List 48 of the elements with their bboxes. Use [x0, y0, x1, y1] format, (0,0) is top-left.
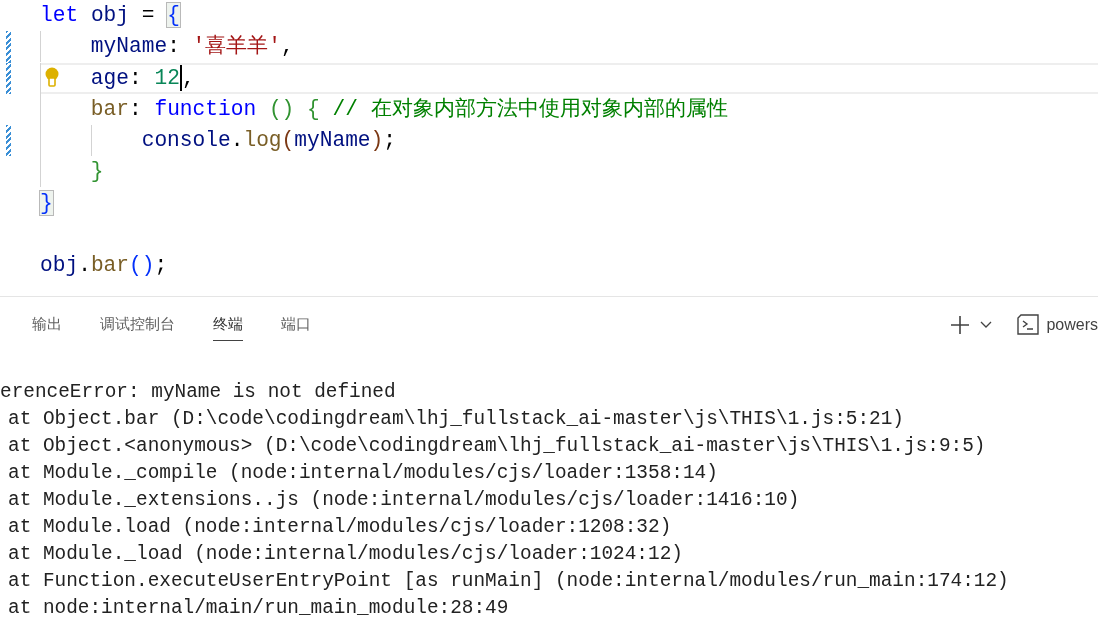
- stack-trace-line: at Module._extensions..js (node:internal/modules/cjs/loader:1416:10): [7, 488, 801, 513]
- function-name: bar: [90, 96, 129, 121]
- chevron-down-icon[interactable]: [980, 321, 993, 329]
- punctuation: ,: [181, 65, 195, 90]
- bracket: ): [370, 128, 384, 153]
- stack-trace-line: at Module.load (node:internal/modules/cjs/loader:1208:32): [7, 515, 673, 540]
- punctuation: ;: [154, 253, 168, 278]
- punctuation: :: [129, 65, 142, 90]
- identifier: obj: [40, 253, 79, 278]
- bracket: }: [90, 159, 104, 184]
- punctuation: :: [129, 96, 142, 121]
- punctuation: .: [78, 253, 91, 278]
- panel-tab[interactable]: 输出: [32, 309, 62, 341]
- stack-trace-line: at Object.<anonymous> (D:\code\codingdream\lhj_fullstack_ai-master\js\THIS\1.js:9:5): [7, 434, 987, 459]
- function-name: bar: [90, 253, 130, 278]
- punctuation: .: [230, 128, 244, 153]
- punctuation: ;: [383, 128, 397, 153]
- punctuation: ,: [281, 34, 294, 59]
- bracket: (: [281, 128, 295, 153]
- error-message: erenceError: myName is not defined: [0, 380, 397, 405]
- keyword: let: [40, 3, 79, 27]
- bracket: (): [129, 253, 155, 278]
- stack-trace-line: at node:internal/main/run_main_module:28:49: [7, 596, 510, 621]
- keyword: function: [154, 96, 257, 121]
- panel-tab[interactable]: 端口: [281, 309, 311, 341]
- identifier: obj: [90, 3, 130, 27]
- property-name: myName: [90, 34, 168, 59]
- property-name: age: [90, 65, 129, 90]
- code-comment: // 在对象内部方法中使用对象内部的属性: [332, 96, 728, 121]
- shell-label[interactable]: powers: [1046, 316, 1098, 334]
- function-name: log: [243, 128, 282, 153]
- stack-trace-line: at Object.bar (D:\code\codingdream\lhj_fullstack_ai-master\js\THIS\1.js:5:21): [7, 407, 905, 432]
- panel-tab[interactable]: 终端: [213, 309, 243, 341]
- bracket: () {: [268, 96, 320, 121]
- stack-trace-line: at Module._compile (node:internal/modules/cjs/loader:1358:14): [7, 461, 719, 486]
- terminal-icon: [1016, 314, 1041, 336]
- matched-bracket: {: [167, 3, 180, 27]
- plus-icon[interactable]: [950, 315, 971, 335]
- identifier: myName: [294, 128, 371, 153]
- punctuation: :: [167, 34, 180, 59]
- identifier: console: [141, 128, 231, 153]
- stack-trace-line: at Function.executeUserEntryPoint [as runMain] (node:internal/modules/run_main:174:12): [7, 569, 1010, 594]
- punctuation: =: [141, 3, 155, 27]
- number-literal: 12: [154, 65, 180, 90]
- string-literal: '喜羊羊': [192, 34, 281, 59]
- panel-tab[interactable]: 调试控制台: [100, 309, 175, 341]
- matched-bracket: }: [40, 190, 53, 215]
- stack-trace-line: at Module._load (node:internal/modules/cjs/loader:1024:12): [7, 542, 684, 567]
